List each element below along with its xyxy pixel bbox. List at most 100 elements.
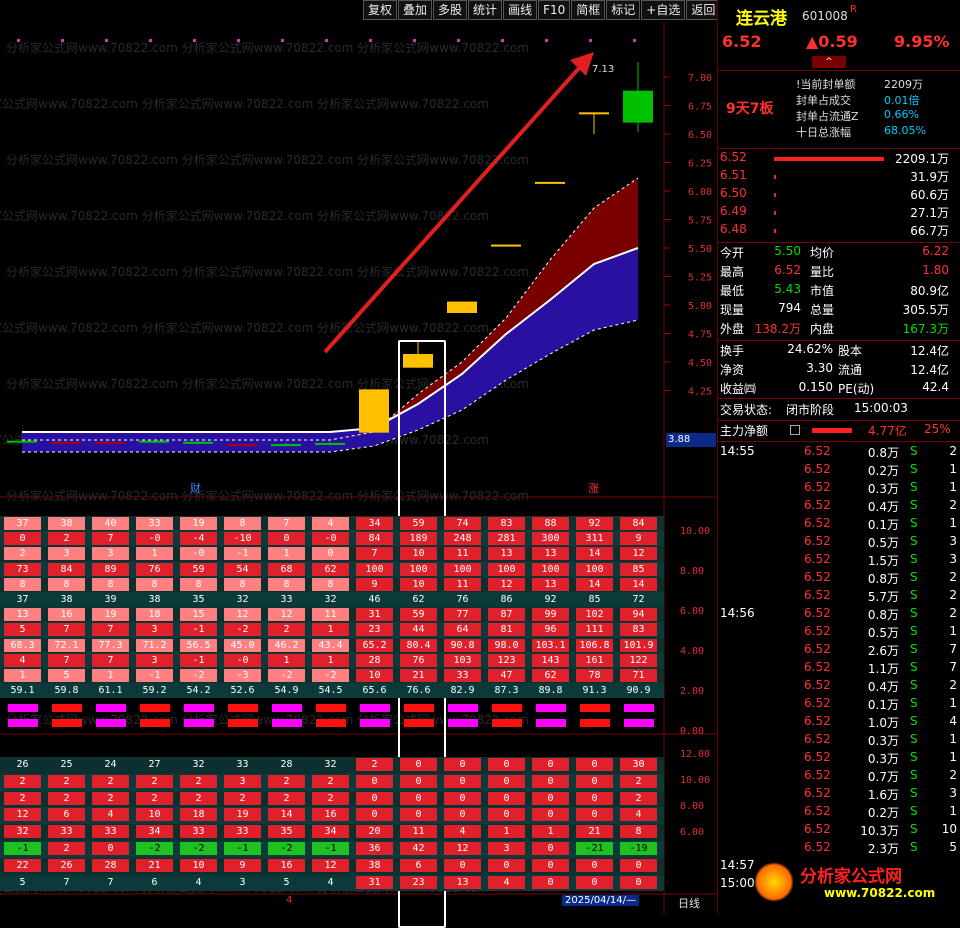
grid-cell[interactable]: -19 [620, 842, 657, 855]
grid-cell[interactable]: 37 [4, 517, 41, 530]
grid-cell[interactable]: 0 [92, 842, 129, 855]
grid-cell[interactable]: 62 [312, 562, 349, 576]
grid-cell[interactable]: 2 [4, 774, 41, 788]
grid-cell[interactable]: 8 [180, 577, 217, 591]
grid-cell[interactable]: 38 [356, 858, 393, 872]
grid-cell[interactable]: 2 [180, 791, 217, 805]
grid-cell[interactable]: 1 [488, 825, 525, 839]
grid-cell[interactable]: 7 [92, 623, 129, 637]
grid-cell[interactable]: 59.8 [48, 684, 85, 697]
grid-cell[interactable]: 100 [356, 562, 393, 576]
grid-cell[interactable]: 62 [532, 669, 569, 682]
grid-cell[interactable]: 32 [4, 825, 41, 839]
chart-area[interactable]: 分析家公式网www.70822.com 分析家公式网www.70822.com … [0, 22, 716, 928]
grid-cell[interactable]: 14 [268, 808, 305, 822]
grid-cell[interactable]: 34 [312, 825, 349, 839]
main-flow[interactable]: 主力净额 4.77亿 25% [718, 422, 960, 440]
grid-cell[interactable]: 59 [400, 608, 437, 622]
grid-cell[interactable]: 61.1 [92, 684, 129, 697]
grid-cell[interactable]: 16 [312, 808, 349, 822]
grid-cell[interactable]: 23 [356, 623, 393, 637]
grid-cell[interactable]: 9 [620, 532, 657, 546]
grid-cell[interactable]: -2 [180, 842, 217, 855]
grid-cell[interactable]: 16 [48, 608, 85, 622]
candle-body[interactable] [227, 444, 257, 447]
grid-cell[interactable]: 8 [224, 577, 261, 591]
grid-cell[interactable]: 2 [312, 774, 349, 788]
grid-cell[interactable]: 2 [92, 791, 129, 805]
grid-cell[interactable]: -1 [180, 623, 217, 637]
grid-cell[interactable]: 11 [444, 577, 481, 591]
grid-cell[interactable]: 2 [268, 623, 305, 637]
grid-cell[interactable]: 100 [576, 562, 613, 576]
toolbar-button[interactable]: 复权 [363, 0, 398, 20]
candle-body[interactable] [579, 112, 609, 115]
grid-cell[interactable]: 3 [136, 653, 173, 667]
grid-cell[interactable]: 12 [224, 608, 261, 622]
grid-cell[interactable]: 2 [180, 774, 217, 788]
grid-cell[interactable]: 8 [312, 577, 349, 591]
grid-cell[interactable]: 2 [136, 774, 173, 788]
grid-cell[interactable]: -1 [136, 669, 173, 682]
grid-cell[interactable]: 28 [268, 758, 305, 771]
grid-cell[interactable]: 10 [400, 547, 437, 561]
grid-cell[interactable]: 5 [4, 623, 41, 637]
grid-cell[interactable]: 2 [48, 791, 85, 805]
grid-cell[interactable]: 0 [532, 875, 569, 889]
grid-cell[interactable]: 43.4 [312, 638, 349, 652]
grid-cell[interactable]: 100 [400, 562, 437, 576]
grid-cell[interactable]: 59 [400, 517, 437, 530]
grid-cell[interactable]: 99 [532, 608, 569, 622]
grid-cell[interactable]: 87 [488, 608, 525, 622]
grid-cell[interactable]: 12 [268, 608, 305, 622]
grid-cell[interactable]: 0 [400, 808, 437, 822]
grid-cell[interactable]: 18 [180, 808, 217, 822]
grid-cell[interactable]: 7 [92, 876, 129, 889]
grid-cell[interactable]: -2 [224, 623, 261, 637]
grid-cell[interactable]: 15 [180, 608, 217, 622]
grid-cell[interactable]: 19 [92, 608, 129, 622]
grid-cell[interactable]: 111 [576, 623, 613, 637]
grid-cell[interactable]: 0 [576, 858, 613, 872]
grid-cell[interactable]: 0 [444, 774, 481, 788]
grid-cell[interactable]: 7 [48, 623, 85, 637]
grid-cell[interactable]: 9 [224, 858, 261, 872]
grid-cell[interactable]: 47 [488, 669, 525, 682]
toolbar-button[interactable]: 返回 [686, 0, 721, 20]
grid-cell[interactable]: 10 [136, 808, 173, 822]
grid-cell[interactable]: 72.1 [48, 638, 85, 652]
grid-cell[interactable]: 59.2 [136, 684, 173, 697]
grid-cell[interactable]: 8 [48, 577, 85, 591]
grid-cell[interactable]: 7 [92, 532, 129, 546]
grid-cell[interactable]: -2 [268, 669, 305, 682]
grid-cell[interactable]: 14 [576, 577, 613, 591]
grid-cell[interactable]: 122 [620, 653, 657, 667]
candle-body[interactable] [447, 301, 477, 313]
grid-cell[interactable]: 21 [576, 825, 613, 839]
grid-cell[interactable]: 84 [620, 517, 657, 530]
grid-cell[interactable]: 7 [92, 653, 129, 667]
grid-cell[interactable]: 54.9 [268, 684, 305, 697]
grid-cell[interactable]: 68 [268, 562, 305, 576]
grid-cell[interactable]: 30 [620, 758, 657, 771]
grid-cell[interactable]: 2 [224, 791, 261, 805]
grid-cell[interactable]: 59 [180, 562, 217, 576]
grid-cell[interactable]: 37 [4, 593, 41, 606]
grid-cell[interactable]: 13 [444, 875, 481, 889]
grid-cell[interactable]: 38 [136, 593, 173, 606]
grid-cell[interactable]: 12 [4, 808, 41, 822]
grid-cell[interactable]: 123 [488, 653, 525, 667]
candle-body[interactable] [271, 444, 301, 447]
grid-cell[interactable]: 1 [312, 623, 349, 637]
candle-body[interactable] [95, 441, 125, 444]
grid-cell[interactable]: -2 [268, 842, 305, 855]
grid-cell[interactable]: 6 [400, 858, 437, 872]
grid-cell[interactable]: 36 [356, 842, 393, 855]
grid-cell[interactable]: 16 [268, 858, 305, 872]
grid-cell[interactable]: 76 [400, 653, 437, 667]
grid-cell[interactable]: 14 [576, 547, 613, 561]
grid-cell[interactable]: 8 [620, 825, 657, 839]
orderbook-row[interactable]: 6.50 60.6万 [718, 186, 960, 204]
grid-cell[interactable]: 21 [136, 858, 173, 872]
toolbar-button[interactable]: 简框 [571, 0, 606, 20]
